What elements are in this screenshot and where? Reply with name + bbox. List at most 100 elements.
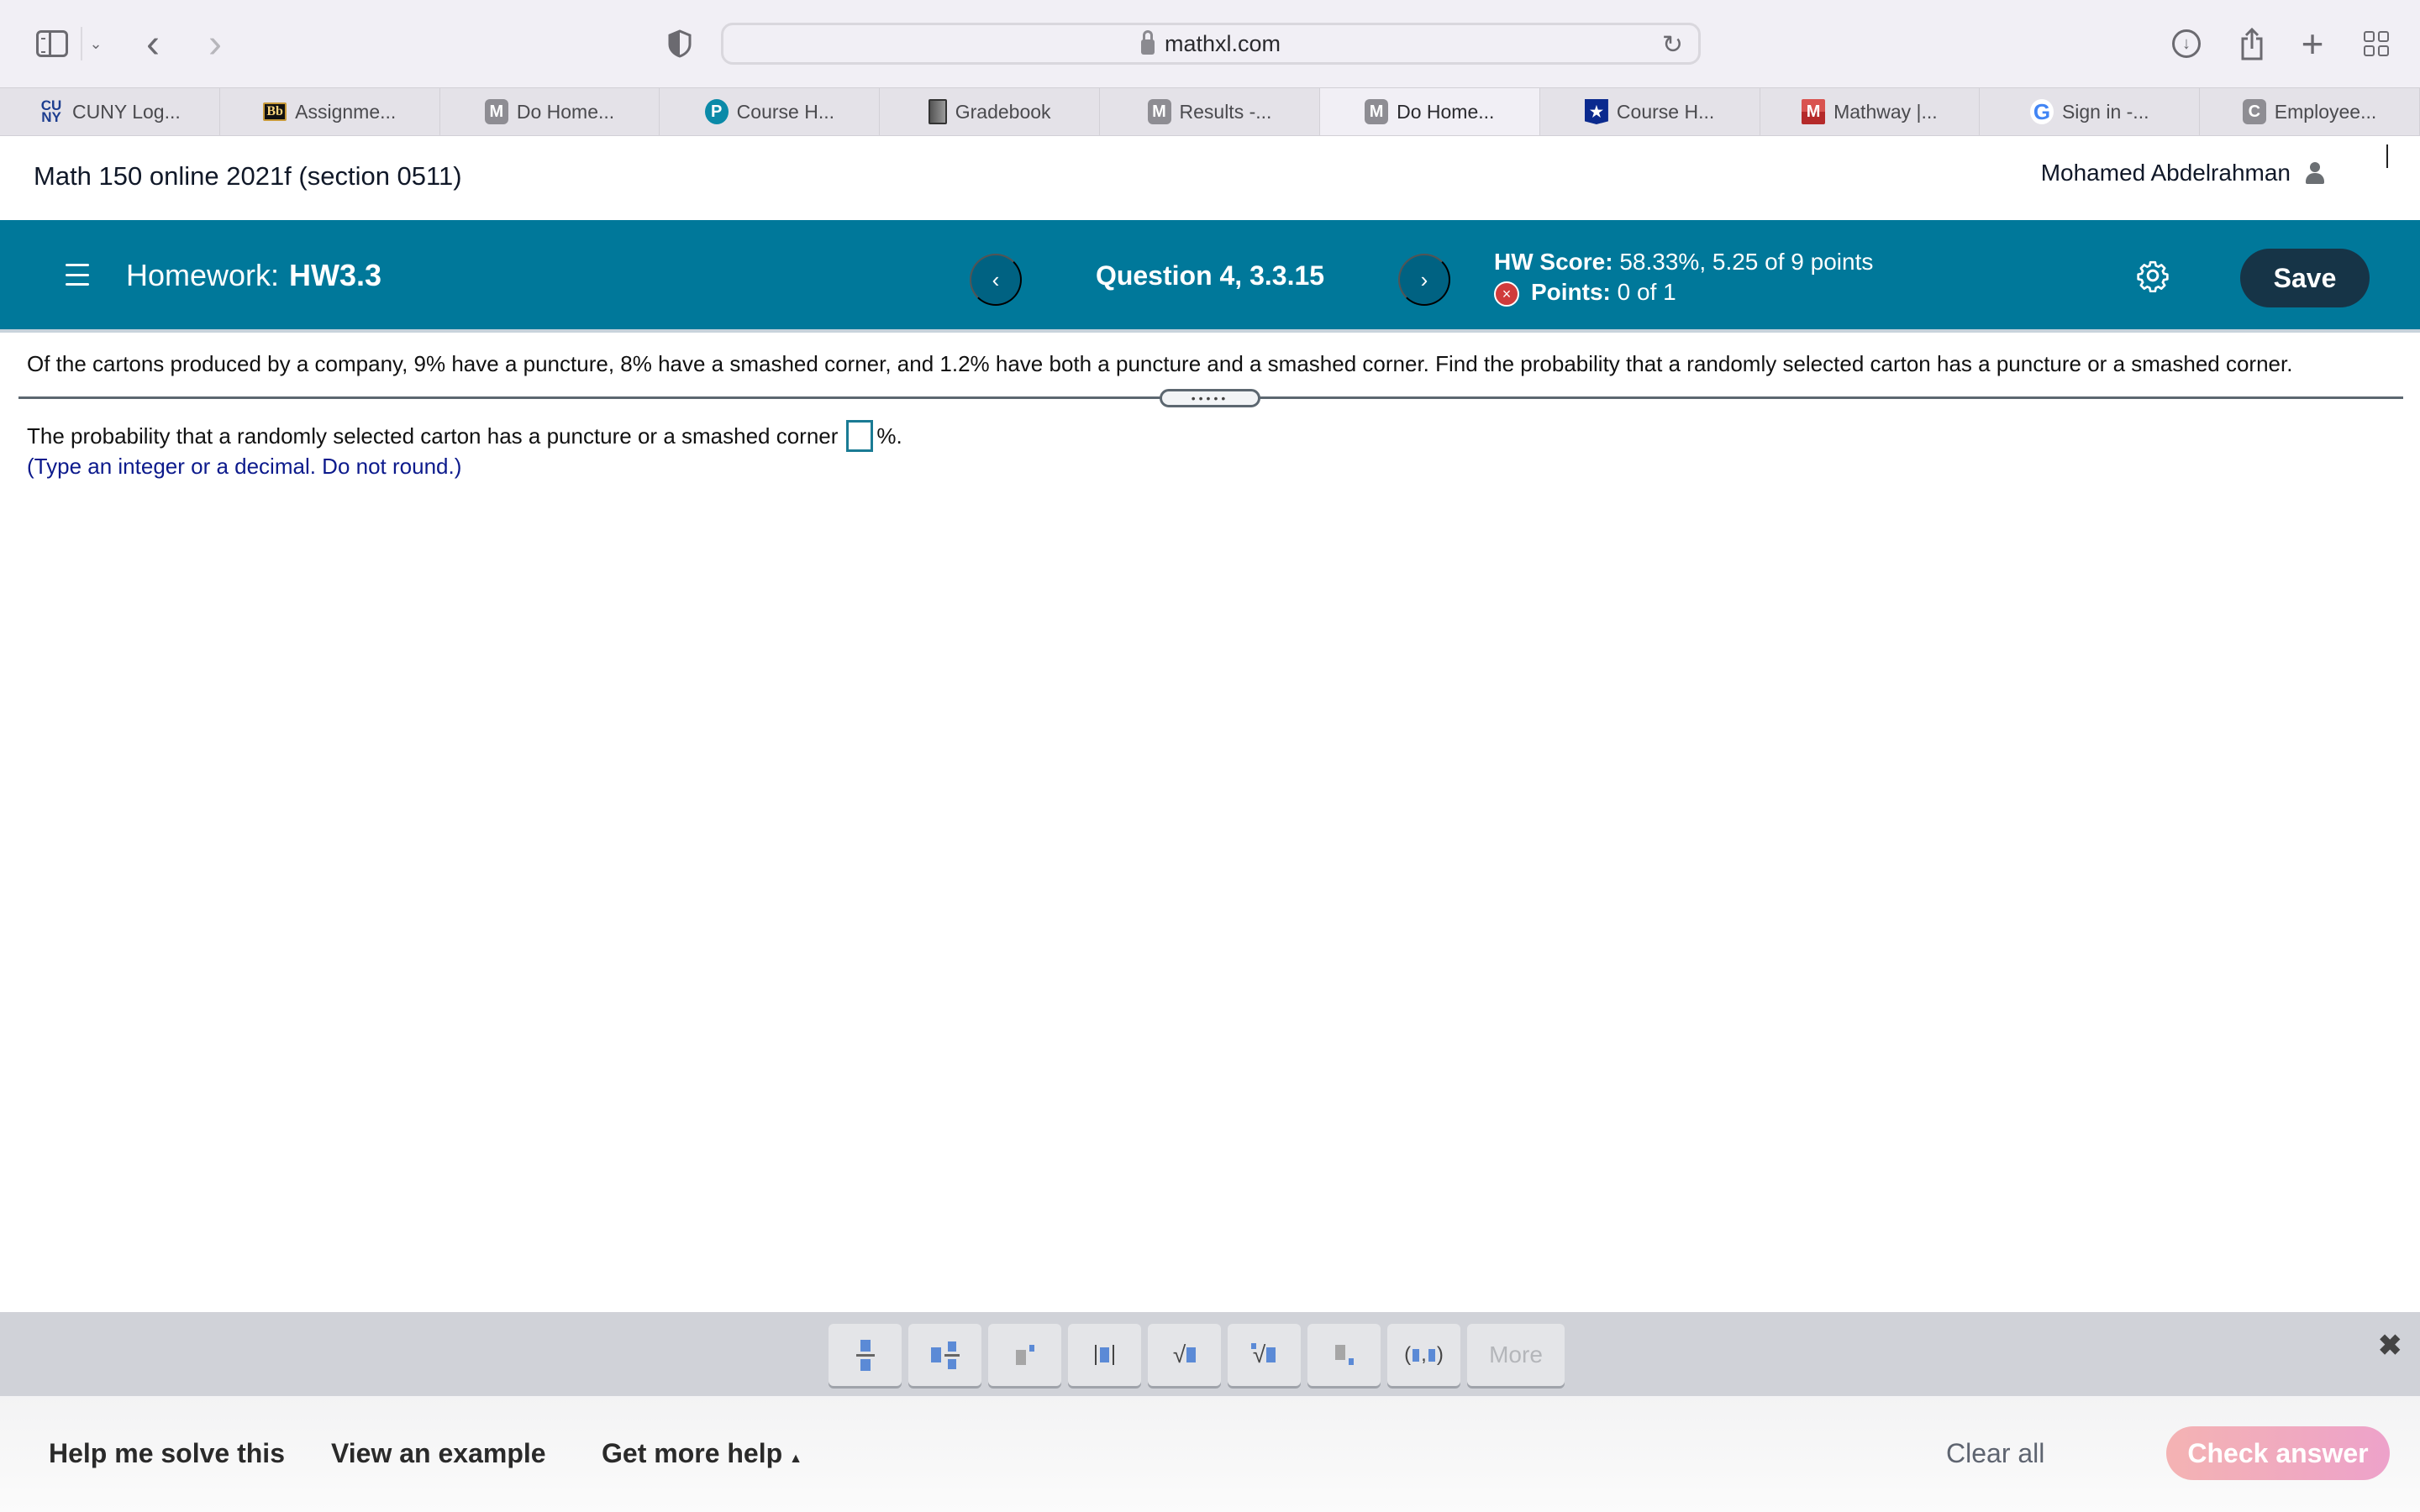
- points: × Points: 0 of 1: [1494, 277, 1873, 307]
- tab-label: Do Home...: [516, 100, 615, 123]
- course-header: Math 150 online 2021f (section 0511) Moh…: [0, 136, 2420, 220]
- hw-score-label: HW Score:: [1494, 249, 1613, 275]
- square-root-button[interactable]: √: [1148, 1324, 1221, 1386]
- browser-tab[interactable]: M Results -...: [1100, 88, 1320, 135]
- browser-tab[interactable]: Gradebook: [880, 88, 1101, 135]
- plus-icon: +: [2301, 22, 2324, 66]
- fraction-icon: [855, 1339, 875, 1371]
- privacy-report-button[interactable]: [667, 25, 692, 62]
- chevron-right-icon: ›: [208, 21, 222, 66]
- more-button[interactable]: More: [1467, 1324, 1565, 1386]
- clear-all-button[interactable]: Clear all: [1946, 1438, 2044, 1469]
- caret-up-icon: ▲: [789, 1452, 802, 1466]
- close-palette-icon[interactable]: ✖: [2378, 1329, 2402, 1362]
- google-favicon-icon: G: [2029, 99, 2054, 124]
- browser-tab[interactable]: G Sign in -...: [1980, 88, 2201, 135]
- browser-tab[interactable]: ★ Course H...: [1540, 88, 1760, 135]
- mixed-number-button[interactable]: [908, 1324, 981, 1386]
- homework-title: Homework: HW3.3: [126, 258, 381, 293]
- gradebook-favicon-icon: [928, 99, 947, 124]
- answer-prompt: The probability that a randomly selected…: [27, 423, 839, 449]
- forward-button[interactable]: ›: [198, 22, 232, 66]
- answer-hint: (Type an integer or a decimal. Do not ro…: [27, 454, 462, 479]
- browser-toolbar: ⌄ ‹ › mathxl.com ↻ ↓ +: [0, 0, 2420, 87]
- exponent-button[interactable]: [988, 1324, 1061, 1386]
- mathway-favicon-icon: M: [1802, 99, 1826, 124]
- tab-label: Results -...: [1179, 100, 1272, 123]
- homework-bar: Homework: HW3.3 ‹ Question 4, 3.3.15 › HW…: [0, 220, 2420, 333]
- mixed-number-icon: [930, 1341, 960, 1369]
- answer-input[interactable]: [846, 420, 874, 452]
- tab-label: Course H...: [1616, 100, 1715, 123]
- nth-root-icon: √: [1250, 1341, 1276, 1368]
- share-icon: [2241, 27, 2263, 60]
- new-tab-button[interactable]: +: [2296, 22, 2329, 66]
- hamburger-menu-icon[interactable]: [66, 264, 89, 286]
- absolute-value-icon: [1095, 1345, 1114, 1365]
- tab-label: Mathway |...: [1833, 100, 1938, 123]
- reload-icon[interactable]: ↻: [1662, 30, 1683, 60]
- shield-icon: [668, 29, 692, 58]
- hw-score-value: 58.33%, 5.25 of 9 points: [1619, 249, 1874, 275]
- browser-tab[interactable]: M Mathway |...: [1760, 88, 1981, 135]
- course-title[interactable]: Math 150 online 2021f (section 0511): [34, 161, 462, 192]
- nth-root-button[interactable]: √: [1228, 1324, 1301, 1386]
- help-me-solve-this-link[interactable]: Help me solve this: [49, 1438, 285, 1469]
- star-shield-favicon-icon: ★: [1584, 99, 1608, 124]
- save-button[interactable]: Save: [2240, 249, 2370, 307]
- tab-group-dropdown-button[interactable]: ⌄: [87, 25, 104, 62]
- downloads-button[interactable]: ↓: [2170, 25, 2203, 62]
- address-bar[interactable]: mathxl.com ↻: [721, 23, 1701, 65]
- tab-label: Assignme...: [295, 100, 397, 123]
- user-menu[interactable]: Mohamed Abdelrahman: [2041, 160, 2324, 186]
- absolute-value-button[interactable]: [1068, 1324, 1141, 1386]
- tab-label: Course H...: [736, 100, 834, 123]
- next-question-button[interactable]: ›: [1398, 254, 1450, 306]
- tab-label: Gradebook: [955, 100, 1051, 123]
- user-name: Mohamed Abdelrahman: [2040, 160, 2291, 186]
- browser-tab[interactable]: M Do Home...: [440, 88, 660, 135]
- sidebar-toggle-button[interactable]: [34, 25, 71, 62]
- tab-label: Sign in -...: [2061, 100, 2149, 123]
- browser-tab[interactable]: Bb Assignme...: [220, 88, 440, 135]
- user-icon: [2306, 162, 2324, 184]
- get-more-help-link[interactable]: Get more help ▲: [602, 1438, 802, 1469]
- view-an-example-link[interactable]: View an example: [331, 1438, 546, 1469]
- subscript-icon: [1334, 1345, 1354, 1365]
- palette-buttons: √ √ (,) More: [829, 1324, 1565, 1386]
- fraction-button[interactable]: [829, 1324, 902, 1386]
- c-favicon-icon: C: [2242, 99, 2266, 124]
- m-favicon-icon: M: [484, 99, 508, 124]
- math-palette: √ √ (,) More ✖: [0, 1312, 2420, 1396]
- url-text: mathxl.com: [1164, 30, 1281, 56]
- tab-overview-button[interactable]: [2360, 25, 2393, 62]
- subscript-button[interactable]: [1307, 1324, 1381, 1386]
- ordered-pair-icon: (,): [1404, 1343, 1444, 1366]
- browser-tab[interactable]: CU NY CUNY Log...: [0, 88, 220, 135]
- answer-line: The probability that a randomly selected…: [27, 420, 902, 452]
- chevron-right-icon: ›: [1420, 266, 1428, 292]
- tab-label: Do Home...: [1397, 100, 1495, 123]
- previous-question-button[interactable]: ‹: [970, 254, 1022, 306]
- ordered-pair-button[interactable]: (,): [1387, 1324, 1460, 1386]
- browser-tab-active[interactable]: M Do Home...: [1319, 88, 1540, 135]
- score-block: HW Score: 58.33%, 5.25 of 9 points × Poin…: [1494, 247, 1873, 307]
- divider-drag-handle[interactable]: •••••: [1160, 389, 1260, 407]
- question-label: Question 4, 3.3.15: [1095, 260, 1325, 291]
- browser-tab[interactable]: P Course H...: [660, 88, 881, 135]
- question-text: Of the cartons produced by a company, 9%…: [27, 351, 2293, 376]
- get-more-help-label: Get more help: [602, 1438, 783, 1468]
- square-root-icon: √: [1173, 1341, 1197, 1368]
- exponent-icon: [1015, 1345, 1034, 1365]
- chevron-left-icon: ‹: [146, 21, 160, 66]
- browser-tab[interactable]: C Employee...: [2200, 88, 2420, 135]
- check-answer-button[interactable]: Check answer: [2166, 1426, 2390, 1480]
- cuny-favicon-icon: CU NY: [40, 97, 62, 125]
- homework-label: Homework:: [126, 258, 280, 292]
- m-favicon-icon: M: [1147, 99, 1171, 124]
- share-button[interactable]: [2235, 25, 2269, 62]
- grid-icon: [2364, 31, 2389, 56]
- back-button[interactable]: ‹: [136, 22, 170, 66]
- settings-button[interactable]: [2134, 259, 2171, 296]
- homework-name: HW3.3: [289, 258, 382, 292]
